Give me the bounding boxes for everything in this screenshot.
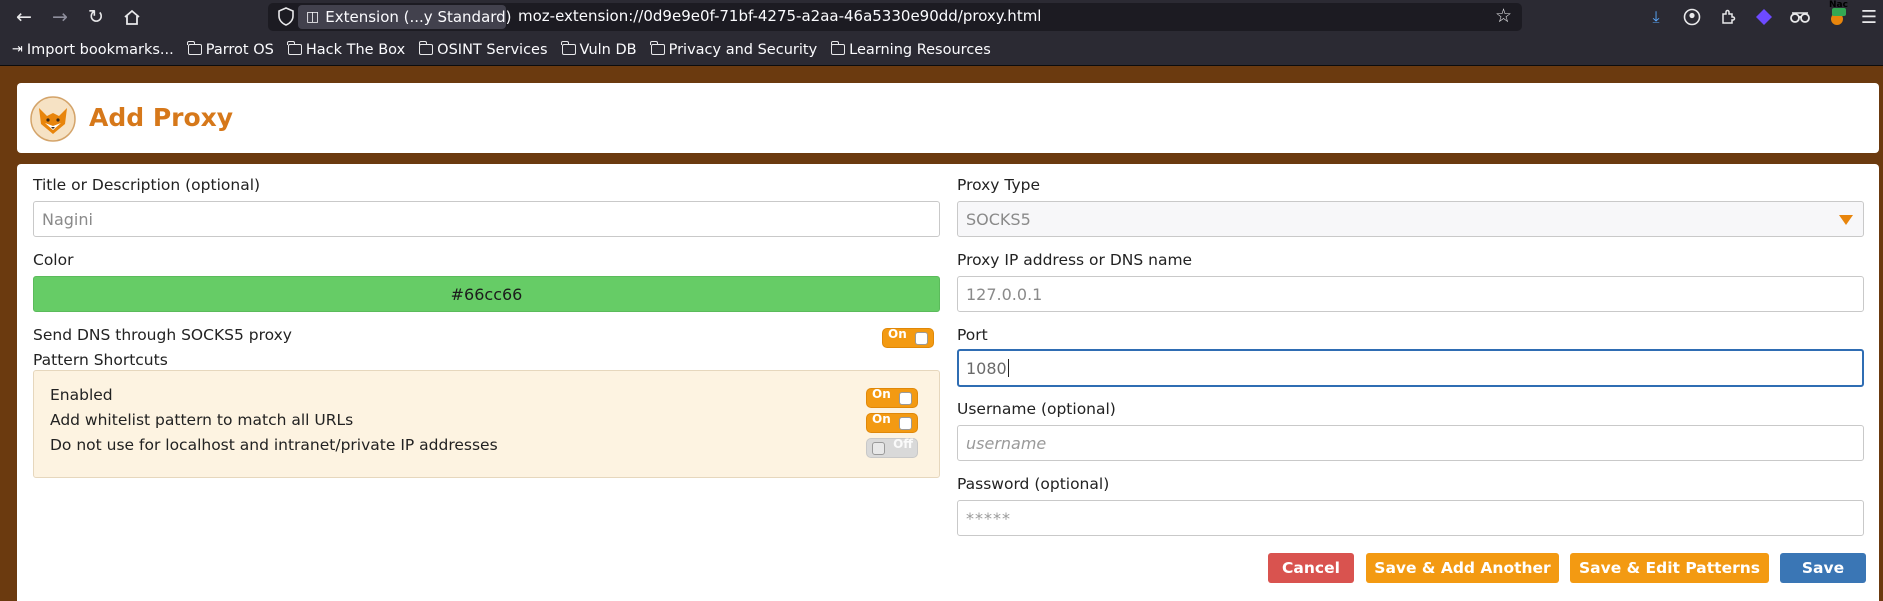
page-header: Add Proxy	[17, 83, 1879, 153]
username-placeholder: username	[966, 433, 1047, 453]
bookmark-label: Privacy and Security	[668, 41, 818, 58]
reload-icon[interactable]: ↻	[82, 4, 110, 30]
forward-icon[interactable]: →	[46, 4, 74, 30]
extensions-icon[interactable]	[1717, 6, 1739, 28]
proton-vpn-icon[interactable]	[1753, 6, 1775, 28]
toggle-knob	[915, 332, 928, 345]
home-icon[interactable]	[118, 4, 146, 30]
save-button[interactable]: Save	[1780, 553, 1866, 583]
pattern-enabled-toggle[interactable]: On	[866, 387, 918, 408]
title-label: Title or Description (optional)	[33, 176, 261, 194]
toggle-state: On	[872, 412, 891, 426]
bookmarks-toolbar: ⇥ Import bookmarks... Parrot OS Hack The…	[0, 34, 1883, 66]
pattern-shortcuts-box: Enabled On Add whitelist pattern to matc…	[33, 370, 940, 478]
browser-toolbar: ← → ↻ ◫ Extension (...y Standard) moz-ex…	[0, 0, 1883, 34]
proxy-type-label: Proxy Type	[957, 176, 1040, 194]
port-label: Port	[957, 326, 988, 344]
proxy-form: Title or Description (optional) Nagini C…	[17, 164, 1879, 601]
spy-glasses-icon[interactable]	[1789, 6, 1811, 28]
toggle-state: Off	[893, 437, 913, 451]
password-placeholder: *****	[966, 508, 1011, 528]
ip-label: Proxy IP address or DNS name	[957, 251, 1193, 269]
color-picker[interactable]: #66cc66	[33, 276, 940, 312]
title-input[interactable]: Nagini	[33, 201, 940, 237]
import-icon: ⇥	[12, 42, 23, 57]
foxyproxy-icon[interactable]: Nac	[1826, 0, 1848, 28]
back-icon[interactable]: ←	[10, 4, 38, 30]
password-input[interactable]: *****	[957, 500, 1864, 536]
pattern-whitelist-label: Add whitelist pattern to match all URLs	[50, 411, 354, 429]
bookmark-folder-learning-resources[interactable]: Learning Resources	[830, 41, 991, 58]
dns-label: Send DNS through SOCKS5 proxy	[33, 326, 292, 344]
bookmark-label: Import bookmarks...	[26, 41, 174, 58]
password-label: Password (optional)	[957, 475, 1110, 493]
text-caret	[1007, 359, 1009, 377]
page-title: Add Proxy	[89, 103, 234, 132]
color-value: #66cc66	[450, 284, 523, 304]
toggle-knob	[899, 417, 912, 430]
folder-icon	[650, 41, 665, 55]
folder-icon	[187, 41, 202, 55]
bookmark-import[interactable]: ⇥ Import bookmarks...	[12, 42, 174, 58]
ip-input-value: 127.0.0.1	[966, 284, 1043, 304]
menu-icon[interactable]: ☰	[1858, 6, 1880, 28]
url-bar[interactable]: ◫ Extension (...y Standard) moz-extensio…	[268, 3, 1522, 31]
port-input-value: 1080	[966, 358, 1007, 378]
bookmark-label: Vuln DB	[579, 41, 637, 58]
folder-icon	[830, 41, 846, 55]
save-add-another-button[interactable]: Save & Add Another	[1366, 553, 1559, 583]
bookmark-star-icon[interactable]: ☆	[1495, 5, 1512, 27]
dropdown-arrow-icon	[1839, 215, 1853, 225]
shield-icon[interactable]	[278, 7, 296, 27]
pattern-whitelist-toggle[interactable]: On	[866, 412, 918, 433]
bookmark-label: OSINT Services	[437, 41, 548, 58]
username-label: Username (optional)	[957, 400, 1116, 418]
toggle-state: On	[872, 387, 891, 401]
port-input[interactable]: 1080	[957, 349, 1864, 387]
color-label: Color	[33, 251, 74, 269]
bookmark-folder-vuln-db[interactable]: Vuln DB	[561, 41, 637, 58]
title-input-value: Nagini	[42, 209, 93, 229]
extension-identity-chip[interactable]: ◫ Extension (...y Standard)	[298, 5, 512, 29]
folder-icon	[287, 41, 302, 55]
foxyproxy-logo-icon	[29, 96, 77, 142]
extension-chip-label: Extension (...y Standard)	[325, 8, 512, 26]
bookmark-label: Learning Resources	[849, 41, 991, 58]
pattern-localhost-label: Do not use for localhost and intranet/pr…	[50, 436, 498, 454]
pattern-localhost-toggle[interactable]: Off	[866, 437, 918, 458]
proxy-type-select[interactable]: SOCKS5	[957, 201, 1864, 237]
toggle-knob	[899, 392, 912, 405]
account-icon[interactable]	[1681, 6, 1703, 28]
toggle-state: On	[888, 327, 907, 341]
toggle-knob	[872, 442, 885, 455]
ip-input[interactable]: 127.0.0.1	[957, 276, 1864, 312]
cancel-button[interactable]: Cancel	[1268, 553, 1354, 583]
pattern-shortcuts-label: Pattern Shortcuts	[33, 351, 168, 369]
save-edit-patterns-button[interactable]: Save & Edit Patterns	[1570, 553, 1769, 583]
folder-icon	[418, 41, 434, 55]
pattern-enabled-label: Enabled	[50, 386, 113, 404]
bookmark-folder-osint-services[interactable]: OSINT Services	[418, 41, 548, 58]
proxy-type-value: SOCKS5	[966, 209, 1031, 229]
bookmark-label: Hack The Box	[305, 41, 406, 58]
bookmark-folder-privacy-security[interactable]: Privacy and Security	[650, 41, 818, 58]
bookmark-folder-hack-the-box[interactable]: Hack The Box	[287, 41, 406, 58]
puzzle-icon: ◫	[306, 9, 320, 25]
bookmark-folder-parrot-os[interactable]: Parrot OS	[187, 41, 274, 58]
download-icon[interactable]: ⤓	[1645, 6, 1667, 28]
username-input[interactable]: username	[957, 425, 1864, 461]
profile-badge: Nac	[1829, 0, 1848, 10]
folder-icon	[561, 41, 576, 55]
bookmark-label: Parrot OS	[205, 41, 274, 58]
dns-toggle[interactable]: On	[882, 327, 934, 348]
url-text[interactable]: moz-extension://0d9e9e0f-71bf-4275-a2aa-…	[518, 7, 1041, 25]
